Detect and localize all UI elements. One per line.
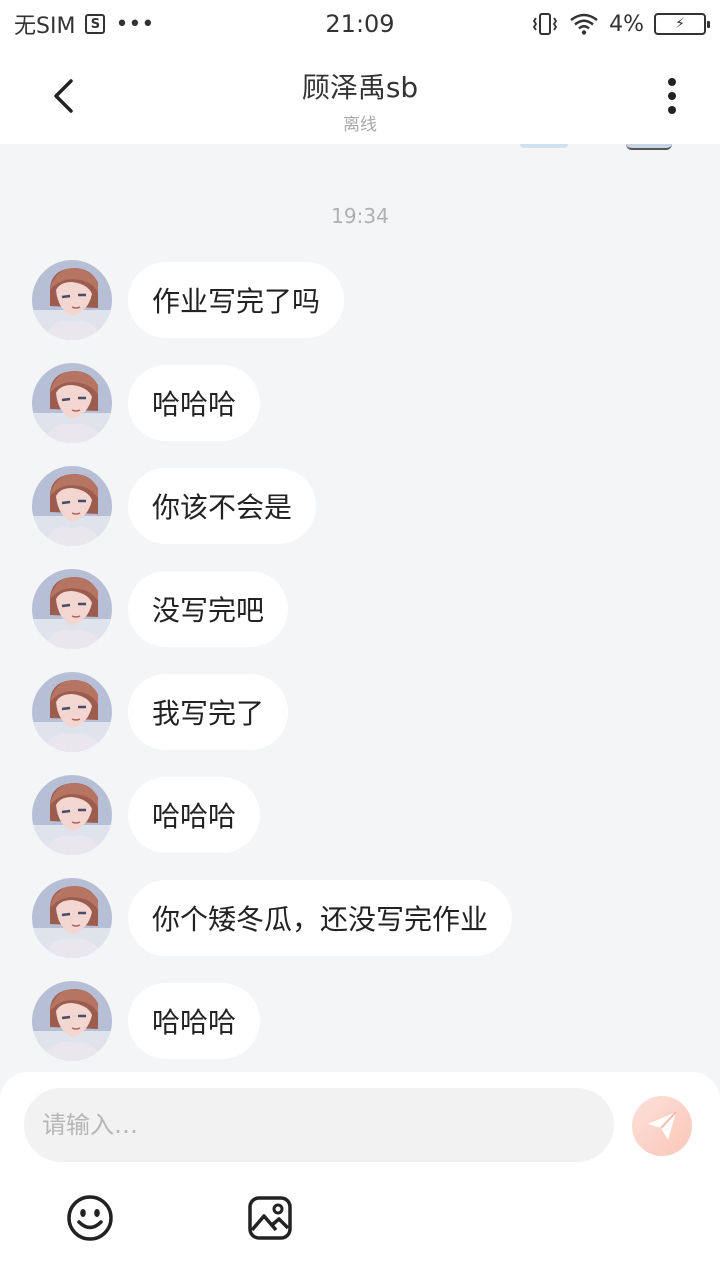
message-row: 哈哈哈 [32, 775, 261, 855]
message-list[interactable]: 19:34 作业写完了吗 哈哈哈 你该不会是 没写完吧 我写完了 哈哈哈 你个矮… [0, 154, 720, 1072]
image-button[interactable] [246, 1194, 294, 1242]
contact-avatar[interactable] [32, 466, 112, 546]
message-row: 作业写完了吗 [32, 260, 345, 340]
send-button[interactable] [632, 1096, 692, 1156]
status-bar: 无SIM S ••• 21:09 4% ⚡ [0, 0, 720, 48]
message-row: 你该不会是 [32, 466, 317, 546]
message-row: 哈哈哈 [32, 363, 261, 443]
message-row: 哈哈哈 [32, 981, 261, 1061]
emoji-button[interactable] [66, 1194, 114, 1242]
battery-percent: 4% [609, 11, 644, 37]
message-row: 没写完吧 [32, 569, 289, 649]
more-vertical-icon [668, 78, 676, 114]
chat-header: 顾泽禹sb 离线 [0, 48, 720, 144]
message-bubble[interactable]: 哈哈哈 [128, 983, 261, 1059]
status-left: 无SIM S ••• [14, 8, 154, 40]
more-button[interactable] [648, 72, 696, 120]
carrier-label: 无SIM [14, 14, 76, 39]
message-bubble[interactable]: 哈哈哈 [128, 777, 261, 853]
online-status: 离线 [343, 115, 377, 135]
message-bubble[interactable]: 没写完吧 [128, 571, 289, 647]
message-row: 我写完了 [32, 672, 289, 752]
message-bubble[interactable]: 作业写完了吗 [128, 262, 345, 338]
send-icon [648, 1111, 677, 1140]
more-notifications-icon: ••• [115, 11, 155, 37]
message-bubble[interactable]: 哈哈哈 [128, 365, 261, 441]
title-block: 顾泽禹sb 离线 [0, 66, 720, 135]
contact-avatar[interactable] [32, 569, 112, 649]
status-right: 4% ⚡ [531, 11, 710, 37]
image-icon [248, 1196, 292, 1240]
vibrate-icon [533, 13, 558, 35]
message-bubble[interactable]: 你个矮冬瓜，还没写完作业 [128, 880, 513, 956]
message-row: 你个矮冬瓜，还没写完作业 [32, 878, 513, 958]
previous-content-peek [0, 144, 720, 154]
contact-name: 顾泽禹sb [301, 71, 419, 104]
wifi-icon [570, 13, 598, 35]
input-panel [0, 1072, 720, 1280]
battery-charging-icon: ⚡ [654, 13, 710, 35]
contact-avatar[interactable] [32, 775, 112, 855]
contact-avatar[interactable] [32, 878, 112, 958]
contact-avatar[interactable] [32, 363, 112, 443]
message-bubble[interactable]: 你该不会是 [128, 468, 317, 544]
contact-avatar[interactable] [32, 260, 112, 340]
emoji-icon [67, 1195, 113, 1241]
message-timestamp: 19:34 [331, 204, 389, 228]
message-bubble[interactable]: 我写完了 [128, 674, 289, 750]
contact-avatar[interactable] [32, 672, 112, 752]
sim-icon: S [85, 14, 106, 34]
message-input[interactable] [24, 1088, 614, 1162]
contact-avatar[interactable] [32, 981, 112, 1061]
